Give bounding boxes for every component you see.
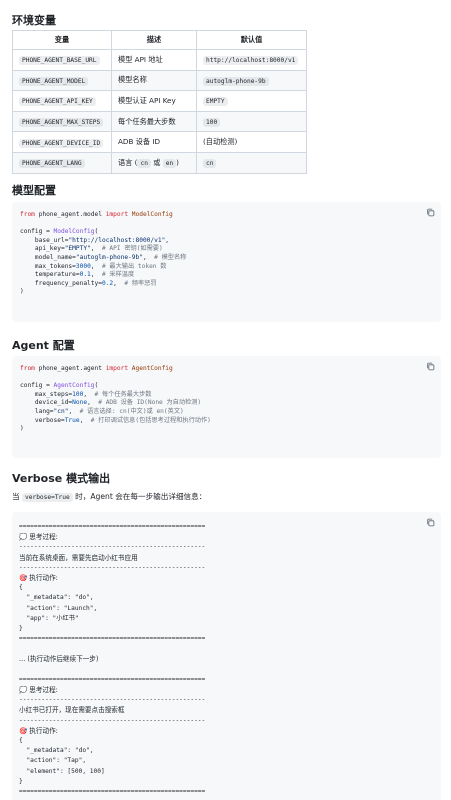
log-line: ========================================… xyxy=(19,635,206,643)
log-line: 小红书已打开，现在需要点击搜索框 xyxy=(19,706,125,715)
env-var-name: PHONE_AGENT_BASE_URL xyxy=(19,56,100,66)
log-line: "action": "Tap", xyxy=(19,757,87,765)
env-section-title: 环境变量 xyxy=(12,14,56,27)
env-header-default: 默认值 xyxy=(196,30,307,50)
log-line: { xyxy=(19,584,23,592)
table-row: PHONE_AGENT_LANG 语言 (cn 或 en) cn xyxy=(12,151,307,174)
log-line: "action": "Launch", xyxy=(19,604,98,612)
env-var-default: cn xyxy=(203,159,217,169)
env-header-desc: 描述 xyxy=(111,30,197,50)
env-var-name: PHONE_AGENT_MAX_STEPS xyxy=(19,118,104,128)
log-line: ========================================… xyxy=(19,787,206,795)
log-line: "_metadata": "do", xyxy=(19,747,94,755)
verbose-section-title: Verbose 模式输出 xyxy=(12,472,111,485)
log-line: 💭 思考过程: xyxy=(19,533,58,542)
model-code-block: from phone_agent.model import ModelConfi… xyxy=(12,202,441,322)
env-var-desc: 模型认证 API Key xyxy=(111,90,197,112)
table-row: PHONE_AGENT_MODEL 模型名称 autoglm-phone-9b xyxy=(12,69,307,92)
log-line: } xyxy=(19,624,23,632)
verbose-log: ========================================… xyxy=(19,522,205,797)
copy-icon[interactable] xyxy=(426,518,435,527)
env-var-default: 100 xyxy=(203,118,221,128)
env-var-default: autoglm-phone-9b xyxy=(203,76,269,86)
table-row: PHONE_AGENT_API_KEY 模型认证 API Key EMPTY xyxy=(12,90,307,112)
copy-icon[interactable] xyxy=(426,208,435,217)
env-var-name: PHONE_AGENT_DEVICE_ID xyxy=(19,138,104,148)
env-var-name: PHONE_AGENT_API_KEY xyxy=(19,97,96,107)
env-table: 变量 描述 默认值 PHONE_AGENT_BASE_URL 模型 API 地址… xyxy=(12,30,307,174)
log-line: ----------------------------------------… xyxy=(19,563,206,571)
env-var-name: PHONE_AGENT_LANG xyxy=(19,159,85,169)
log-line: 💭 思考过程: xyxy=(19,686,58,694)
verbose-output-block: ========================================… xyxy=(12,512,441,800)
log-line: 当前在系统桌面，需要先启动小红书应用 xyxy=(19,553,138,562)
verbose-description: 当 verbose=True 时，Agent 会在每一步输出详细信息： xyxy=(12,492,207,502)
env-table-header: 变量 描述 默认值 xyxy=(12,30,307,50)
log-line: "element": [500, 100] xyxy=(19,767,105,775)
table-row: PHONE_AGENT_DEVICE_ID ADB 设备 ID (自动检测) xyxy=(12,131,307,153)
log-line: } xyxy=(19,777,23,785)
model-section-title: 模型配置 xyxy=(12,184,56,197)
log-line: "_metadata": "do", xyxy=(19,594,94,602)
table-row: PHONE_AGENT_MAX_STEPS 每个任务最大步数 100 xyxy=(12,110,307,133)
log-line: ========================================… xyxy=(19,675,206,683)
log-line: "app": "小红书" xyxy=(19,614,79,622)
env-var-desc: 每个任务最大步数 xyxy=(111,110,197,133)
agent-code-block: from phone_agent.agent import AgentConfi… xyxy=(12,356,441,458)
agent-code: from phone_agent.agent import AgentConfi… xyxy=(20,365,211,433)
log-line: { xyxy=(19,736,23,744)
agent-section-title: Agent 配置 xyxy=(12,339,75,352)
log-line: ----------------------------------------… xyxy=(19,543,206,551)
log-line: ========================================… xyxy=(19,523,206,530)
env-var-desc: 模型 API 地址 xyxy=(111,49,197,71)
env-var-desc: ADB 设备 ID xyxy=(111,131,197,153)
copy-icon[interactable] xyxy=(426,362,435,371)
model-code: from phone_agent.model import ModelConfi… xyxy=(20,211,187,296)
env-header-var: 变量 xyxy=(12,30,112,50)
env-var-default: (自动检测) xyxy=(196,131,307,153)
env-var-desc: 语言 (cn 或 en) xyxy=(111,151,197,174)
env-var-desc: 模型名称 xyxy=(111,69,197,92)
log-line: ----------------------------------------… xyxy=(19,716,206,724)
env-var-default: EMPTY xyxy=(203,97,228,107)
log-line: 🎯 执行动作: xyxy=(19,726,58,735)
env-var-name: PHONE_AGENT_MODEL xyxy=(19,76,89,86)
log-line: ... (执行动作后继续下一步) xyxy=(19,655,99,664)
env-var-default: http://localhost:8000/v1 xyxy=(203,56,299,66)
log-line: 🎯 执行动作: xyxy=(19,573,58,582)
log-line: ----------------------------------------… xyxy=(19,696,206,704)
table-row: PHONE_AGENT_BASE_URL 模型 API 地址 http://lo… xyxy=(12,49,307,71)
